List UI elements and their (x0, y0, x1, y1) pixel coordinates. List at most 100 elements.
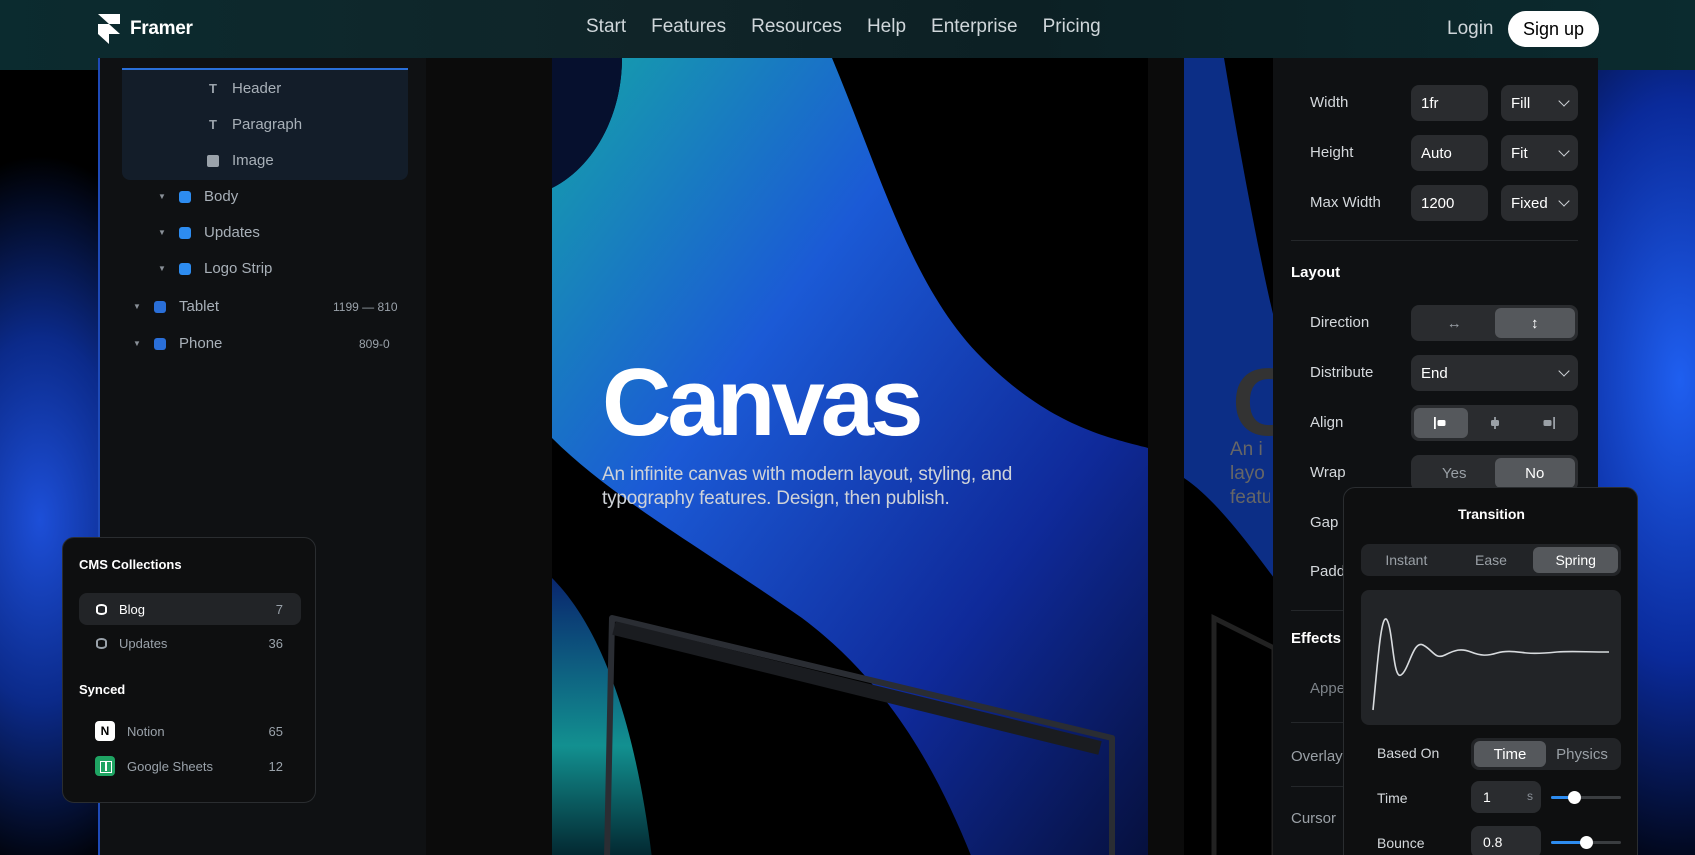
align-end-icon[interactable] (1521, 408, 1575, 438)
stack-icon (178, 226, 192, 240)
based-on-toggle[interactable]: Time Physics (1471, 738, 1621, 770)
sign-up-button[interactable]: Sign up (1508, 11, 1599, 47)
cms-collections-heading: CMS Collections (79, 557, 182, 572)
layer-header[interactable]: T Header (206, 80, 281, 97)
chevron-down-icon (1558, 195, 1570, 207)
chevron-down-icon[interactable]: ▼ (133, 302, 141, 311)
padding-label: Padd (1310, 563, 1346, 580)
spring-option[interactable]: Spring (1533, 547, 1619, 573)
nav-resources[interactable]: Resources (751, 16, 842, 38)
nav-features[interactable]: Features (651, 16, 726, 38)
appear-label: Appe (1310, 680, 1346, 697)
layer-label: Tablet (179, 298, 220, 315)
horizontal-arrow-icon[interactable]: ↔ (1414, 308, 1495, 338)
canvas-background (426, 58, 552, 855)
text-icon: T (209, 81, 217, 96)
chevron-down-icon[interactable]: ▼ (158, 264, 166, 273)
vertical-arrow-icon[interactable]: ↕ (1494, 308, 1575, 338)
chevron-down-icon[interactable]: ▼ (133, 339, 141, 348)
chevron-down-icon[interactable]: ▼ (158, 192, 166, 201)
text-icon: T (209, 117, 217, 132)
width-mode-select[interactable]: Fill (1501, 85, 1578, 121)
distribute-value: End (1421, 364, 1448, 382)
max-width-mode-value: Fixed (1511, 194, 1548, 212)
time-value: 1 (1483, 789, 1491, 805)
align-start-icon[interactable] (1414, 408, 1468, 438)
spring-curve-preview (1361, 590, 1621, 725)
time-slider[interactable] (1551, 791, 1621, 804)
max-width-mode-select[interactable]: Fixed (1501, 185, 1578, 221)
layer-label: Image (232, 152, 274, 169)
chevron-down-icon[interactable]: ▼ (158, 228, 166, 237)
nav-enterprise[interactable]: Enterprise (931, 16, 1018, 38)
layer-label: Header (232, 80, 282, 97)
ease-option[interactable]: Ease (1449, 547, 1534, 573)
time-slider-knob[interactable] (1568, 791, 1582, 804)
width-label: Width (1310, 94, 1349, 111)
height-label: Height (1310, 144, 1354, 161)
frame-icon (153, 337, 167, 351)
distribute-select[interactable]: End (1411, 355, 1578, 391)
height-mode-select[interactable]: Fit (1501, 135, 1578, 171)
divider (1291, 240, 1578, 241)
chevron-down-icon (1558, 95, 1570, 107)
wrap-yes-option[interactable]: Yes (1414, 458, 1495, 488)
distribute-label: Distribute (1310, 364, 1374, 381)
layer-body[interactable]: ▼ Body (158, 188, 238, 205)
framer-logo[interactable]: Framer (98, 14, 193, 44)
bounce-slider[interactable] (1551, 836, 1621, 849)
layer-phone[interactable]: ▼ Phone 809-0 (133, 335, 403, 352)
nav-help[interactable]: Help (867, 16, 906, 38)
top-navigation: Framer Start Features Resources Help Ent… (0, 0, 1695, 58)
synced-google-sheets[interactable]: Google Sheets 12 (79, 750, 301, 782)
collection-count: 36 (268, 635, 283, 651)
align-center-icon[interactable] (1468, 408, 1522, 438)
direction-label: Direction (1310, 314, 1370, 331)
bounce-slider-knob[interactable] (1580, 836, 1593, 849)
synced-notion[interactable]: N Notion 65 (79, 715, 301, 747)
layer-logo-strip[interactable]: ▼ Logo Strip (158, 260, 272, 277)
layer-tablet[interactable]: ▼ Tablet 1199 — 810 (133, 298, 403, 315)
max-width-input[interactable]: 1200 (1411, 185, 1488, 221)
nav-pricing[interactable]: Pricing (1043, 16, 1101, 38)
wrap-label: Wrap (1310, 464, 1346, 481)
collection-updates[interactable]: Updates 36 (79, 627, 301, 659)
physics-option[interactable]: Physics (1546, 741, 1618, 767)
layout-heading: Layout (1291, 264, 1341, 281)
chevron-down-icon (1558, 365, 1570, 377)
wrap-no-option[interactable]: No (1494, 458, 1575, 488)
canvas-gutter (1148, 58, 1184, 855)
breakpoint-range: 1199 — 810 (333, 299, 398, 314)
layer-paragraph[interactable]: T Paragraph (206, 116, 302, 133)
spring-curve (1372, 618, 1610, 711)
layer-label: Logo Strip (204, 260, 273, 277)
synced-heading: Synced (79, 682, 126, 697)
synced-count: 12 (268, 758, 283, 774)
nav-start[interactable]: Start (586, 16, 626, 38)
tablet-hero-subtitle: An i layo featu (1230, 439, 1270, 508)
collection-blog[interactable]: Blog 7 (79, 593, 301, 625)
hero-subtitle: An infinite canvas with modern layout, s… (602, 464, 1013, 509)
time-label: Time (1377, 790, 1408, 806)
width-mode-value: Fill (1511, 94, 1531, 112)
canvas-frame-tablet[interactable]: C An i layo featu (1184, 58, 1274, 855)
width-input[interactable]: 1fr (1411, 85, 1488, 121)
login-link[interactable]: Login (1447, 18, 1494, 40)
align-toggle[interactable] (1411, 405, 1578, 441)
google-sheets-icon (95, 756, 115, 776)
layer-updates[interactable]: ▼ Updates (158, 224, 260, 241)
collection-count: 7 (275, 601, 283, 617)
layer-image[interactable]: Image (206, 152, 274, 169)
based-on-label: Based On (1377, 745, 1440, 761)
canvas-frame-desktop[interactable]: Canvas An infinite canvas with modern la… (552, 58, 1148, 855)
direction-toggle[interactable]: ↔ ↕ (1411, 305, 1578, 341)
transition-type-toggle[interactable]: Instant Ease Spring (1361, 544, 1621, 576)
height-input[interactable]: Auto (1411, 135, 1488, 171)
instant-option[interactable]: Instant (1364, 547, 1449, 573)
notion-icon: N (95, 721, 115, 741)
transition-popover: Transition Instant Ease Spring Based On … (1343, 487, 1638, 855)
bounce-input[interactable]: 0.8 (1471, 826, 1541, 855)
wrap-toggle[interactable]: Yes No (1411, 455, 1578, 491)
time-option[interactable]: Time (1474, 741, 1546, 767)
time-input[interactable]: 1 s (1471, 781, 1541, 813)
